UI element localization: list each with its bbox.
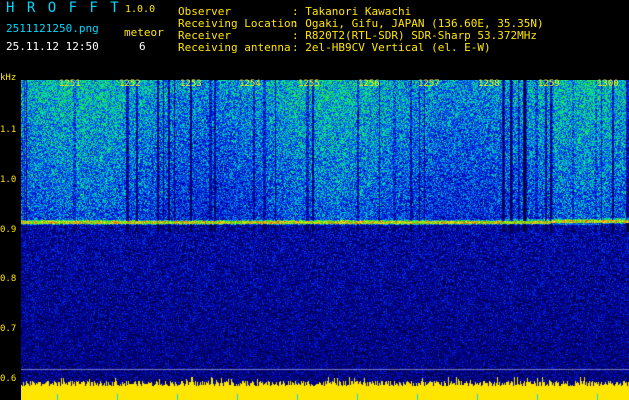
axis-unit: kHz [0,73,17,83]
y-tick-label: 0.6 [0,374,17,384]
time-tick-label: 1256 [358,79,380,89]
time-tick-label: 1254 [239,79,261,89]
meteor-count: 6 [139,40,146,53]
time-tick-label: 1252 [119,79,141,89]
y-tick-label: 1.0 [0,175,17,185]
app-version: 1.0.0 [125,4,156,15]
time-tick-label: 1300 [597,79,619,89]
time-tick-label: 1258 [478,79,500,89]
y-tick-label: 0.8 [0,274,17,284]
time-tick-label: 1251 [59,79,81,89]
time-tick-label: 1257 [418,79,440,89]
meteor-label: meteor [124,26,164,39]
app-title: H R O F F T [6,0,121,16]
y-tick-label: 1.1 [0,125,17,135]
time-tick-label: 1255 [298,79,320,89]
antenna-label: Receiving antenna [178,41,291,54]
y-tick-label: 0.7 [0,324,17,334]
spectrogram [21,80,629,400]
time-tick-label: 1259 [538,79,560,89]
date-time: 25.11.12 12:50 [6,40,99,53]
y-tick-label: 0.9 [0,225,17,235]
time-tick-label: 1253 [180,79,202,89]
hrofft-window: H R O F F T 1.0.0 2511121250.png meteor … [0,0,629,400]
antenna-value: : 2el-HB9CV Vertical (el. E-W) [292,41,491,54]
file-name: 2511121250.png [6,22,99,35]
